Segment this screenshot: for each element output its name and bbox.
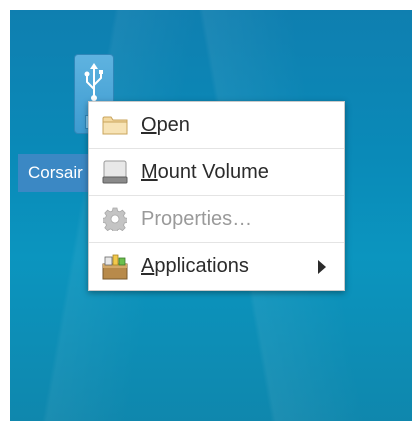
menu-item-open[interactable]: Open: [89, 102, 344, 149]
context-menu: Open Mount Volume Properties… Applicatio…: [88, 101, 345, 291]
menu-label-open: Open: [141, 113, 190, 136]
desktop-background[interactable]: Corsair Open Mount Volume Properties… Ap…: [10, 10, 412, 421]
gear-icon: [101, 205, 129, 233]
menu-label-properties: Properties…: [141, 207, 253, 230]
applications-icon: [101, 253, 129, 281]
menu-label-mount-volume: Mount Volume: [141, 160, 269, 183]
menu-label-applications: Applications: [141, 255, 249, 277]
screenshot-frame: Corsair Open Mount Volume Properties… Ap…: [0, 0, 415, 424]
submenu-arrow-icon: [318, 259, 326, 274]
menu-item-applications[interactable]: Applications: [89, 243, 344, 290]
menu-item-mount-volume[interactable]: Mount Volume: [89, 149, 344, 196]
folder-icon: [101, 111, 129, 139]
menu-item-properties[interactable]: Properties…: [89, 196, 344, 243]
drive-icon: [101, 158, 129, 186]
